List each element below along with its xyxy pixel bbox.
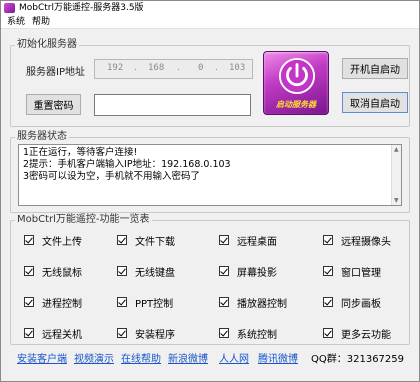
feature-install-program[interactable]: 安装程序 <box>117 326 175 341</box>
checkbox[interactable] <box>117 328 127 338</box>
feature-remote-shutdown[interactable]: 远程关机 <box>24 326 82 341</box>
reset-password-button[interactable]: 重置密码 <box>26 94 81 115</box>
feature-wireless-mouse[interactable]: 无线鼠标 <box>24 264 82 279</box>
qq-group-label: QQ群： <box>311 354 347 365</box>
feature-remote-desktop[interactable]: 远程桌面 <box>219 233 277 248</box>
status-scrollbar[interactable]: ▲ ▼ <box>391 145 401 205</box>
init-server-legend: 初始化服务器 <box>17 39 77 50</box>
link-renren[interactable]: 人人网 <box>219 350 249 365</box>
status-line: 2提示：手机客户端输入IP地址：192.168.0.103 <box>23 159 231 170</box>
menu-system[interactable]: 系统 <box>7 16 25 28</box>
title-bar: MobCtrl万能遥控-服务器3.5版 <box>1 1 419 15</box>
feature-remote-camera[interactable]: 远程摄像头 <box>323 233 391 248</box>
checkbox[interactable] <box>323 328 333 338</box>
feature-more-cloud[interactable]: 更多云功能 <box>323 326 391 341</box>
checkbox[interactable] <box>24 297 34 307</box>
checkbox[interactable] <box>323 266 333 276</box>
server-ip-field[interactable]: 192 . 168 . 0 . 103 <box>94 59 253 79</box>
checkbox[interactable] <box>219 328 229 338</box>
qq-group-info: QQ群：321367259 <box>311 350 404 365</box>
window-title: MobCtrl万能遥控-服务器3.5版 <box>19 3 144 13</box>
feature-file-download[interactable]: 文件下载 <box>117 233 175 248</box>
checkbox[interactable] <box>219 235 229 245</box>
feature-player-control[interactable]: 播放器控制 <box>219 295 287 310</box>
status-line: 3密码可以设为空，手机就不用输入密码了 <box>23 171 201 182</box>
feature-screen-projection[interactable]: 屏幕投影 <box>219 264 277 279</box>
password-input[interactable] <box>94 94 251 116</box>
enable-autostart-button[interactable]: 开机自启动 <box>342 58 408 79</box>
ip-dot: . <box>177 63 180 73</box>
start-server-label: 启动服务器 <box>276 100 316 109</box>
checkbox[interactable] <box>117 266 127 276</box>
checkbox[interactable] <box>323 297 333 307</box>
checkbox[interactable] <box>117 235 127 245</box>
scroll-up-icon[interactable]: ▲ <box>394 146 399 153</box>
checkbox[interactable] <box>219 297 229 307</box>
feature-system-control[interactable]: 系统控制 <box>219 326 277 341</box>
ip-dot: . <box>134 63 137 73</box>
qq-group-number: 321367259 <box>346 354 405 365</box>
ip-dot: . <box>215 63 218 73</box>
menu-help[interactable]: 帮助 <box>32 16 50 28</box>
link-online-help[interactable]: 在线帮助 <box>121 350 161 365</box>
menu-bar: 系统 帮助 <box>1 15 419 29</box>
checkbox[interactable] <box>323 235 333 245</box>
link-sina-weibo[interactable]: 新浪微博 <box>168 350 208 365</box>
features-legend: MobCtrl万能遥控-功能一览表 <box>17 214 150 225</box>
feature-window-manager[interactable]: 窗口管理 <box>323 264 381 279</box>
disable-autostart-button[interactable]: 取消自启动 <box>342 92 408 113</box>
feature-ppt-control[interactable]: PPT控制 <box>117 295 173 310</box>
status-log[interactable]: 1正在运行，等待客户连接! 2提示：手机客户端输入IP地址：192.168.0.… <box>18 144 402 206</box>
checkbox[interactable] <box>24 235 34 245</box>
link-install-client[interactable]: 安装客户端 <box>17 350 67 365</box>
scroll-down-icon[interactable]: ▼ <box>394 197 399 204</box>
server-ip-label: 服务器IP地址 <box>26 67 85 78</box>
power-icon <box>278 57 316 95</box>
feature-process-control[interactable]: 进程控制 <box>24 295 82 310</box>
link-video-demo[interactable]: 视频演示 <box>74 350 114 365</box>
link-tencent-weibo[interactable]: 腾讯微博 <box>258 350 298 365</box>
ip-octet-2: 168 <box>148 63 165 73</box>
app-logo-icon <box>4 3 15 13</box>
ip-octet-4: 103 <box>229 63 246 73</box>
checkbox[interactable] <box>219 266 229 276</box>
checkbox[interactable] <box>24 328 34 338</box>
app-window: MobCtrl万能遥控-服务器3.5版 系统 帮助 初始化服务器 服务器IP地址… <box>0 0 420 382</box>
server-status-legend: 服务器状态 <box>17 131 67 142</box>
feature-file-upload[interactable]: 文件上传 <box>24 233 82 248</box>
feature-sync-drawing[interactable]: 同步画板 <box>323 295 381 310</box>
checkbox[interactable] <box>117 297 127 307</box>
ip-octet-1: 192 <box>107 63 124 73</box>
status-line: 1正在运行，等待客户连接! <box>23 147 138 158</box>
checkbox[interactable] <box>24 266 34 276</box>
start-server-button[interactable]: 启动服务器 <box>263 51 329 115</box>
ip-octet-3: 0 <box>198 63 204 73</box>
feature-wireless-keyboard[interactable]: 无线键盘 <box>117 264 175 279</box>
